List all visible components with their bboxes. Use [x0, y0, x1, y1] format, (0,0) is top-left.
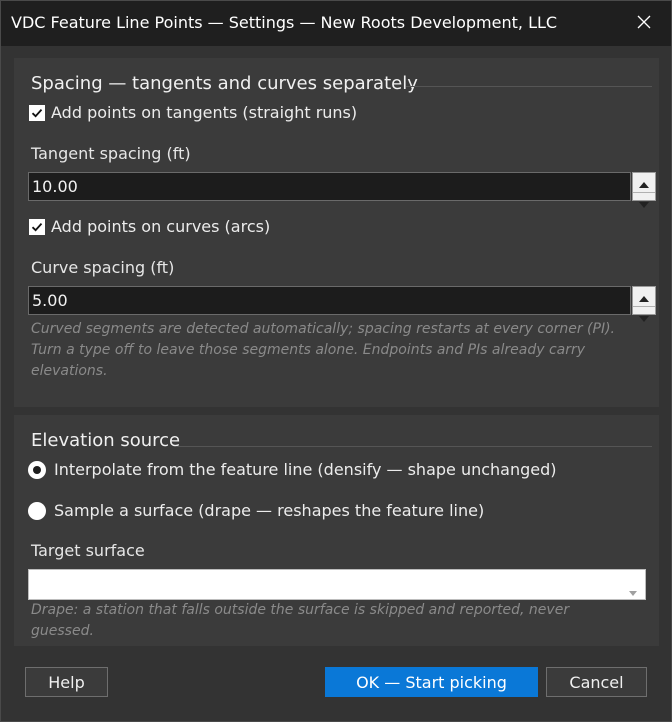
curves-checkbox[interactable]: Add points on curves (arcs) [29, 217, 270, 236]
close-icon [636, 14, 652, 34]
close-button[interactable] [621, 1, 667, 46]
elevation-divider [176, 446, 652, 447]
tangents-checkbox[interactable]: Add points on tangents (straight runs) [29, 103, 357, 122]
checkmark-icon [29, 218, 45, 235]
surface-radio[interactable]: Sample a surface (drape — reshapes the f… [28, 501, 484, 520]
chevron-up-icon [639, 287, 649, 306]
surface-radio-label: Sample a surface (drape — reshapes the f… [54, 501, 485, 520]
spacing-help-line: Turn a type off to leave those segments … [31, 342, 586, 358]
tangent-spacing-increment[interactable] [633, 173, 655, 193]
help-button[interactable]: Help [25, 667, 108, 697]
spacing-divider [406, 86, 652, 87]
chevron-down-icon [639, 307, 649, 326]
tangent-spacing-label: Tangent spacing (ft) [31, 144, 191, 163]
interpolate-radio-label: Interpolate from the feature line (densi… [54, 460, 557, 479]
tangent-spacing-stepper [632, 172, 656, 208]
curve-spacing-input[interactable]: 5.00 [28, 286, 631, 315]
spacing-help-text: Curved segments are detected automatical… [31, 319, 631, 382]
elevation-heading: Elevation source [31, 430, 181, 451]
radio-unselected-icon [28, 501, 46, 520]
curve-spacing-stepper [632, 286, 656, 322]
ok-start-picking-button[interactable]: OK — Start picking [325, 667, 538, 697]
curve-spacing-label: Curve spacing (ft) [31, 258, 175, 277]
spacing-group: Spacing — tangents and curves separately… [14, 58, 659, 407]
interpolate-radio[interactable]: Interpolate from the feature line (densi… [28, 460, 557, 479]
elevation-group: Elevation source Interpolate from the fe… [14, 415, 659, 646]
chevron-up-icon [639, 173, 649, 192]
curve-spacing-increment[interactable] [633, 287, 655, 307]
tangent-spacing-input[interactable]: 10.00 [28, 172, 631, 201]
target-surface-dropdown[interactable] [28, 569, 646, 600]
window-title: VDC Feature Line Points — Settings — New… [11, 13, 558, 32]
target-surface-label: Target surface [31, 541, 145, 560]
tangents-checkbox-label: Add points on tangents (straight runs) [51, 103, 358, 122]
curve-spacing-decrement[interactable] [633, 307, 655, 326]
cancel-button[interactable]: Cancel [546, 667, 647, 697]
spacing-help-line: Curved segments are detected automatical… [31, 321, 615, 337]
radio-selected-icon [28, 460, 46, 479]
elevation-help-text: Drape: a station that falls outside the … [31, 602, 570, 639]
checkmark-icon [29, 104, 45, 121]
curves-checkbox-label: Add points on curves (arcs) [51, 217, 271, 236]
chevron-down-icon [639, 193, 649, 212]
spacing-heading: Spacing — tangents and curves separately [31, 73, 418, 94]
settings-dialog: VDC Feature Line Points — Settings — New… [0, 0, 672, 722]
tangent-spacing-decrement[interactable] [633, 193, 655, 212]
spacing-help-line: elevations. [31, 363, 108, 379]
title-bar: VDC Feature Line Points — Settings — New… [1, 1, 671, 46]
chevron-down-icon [629, 581, 637, 600]
